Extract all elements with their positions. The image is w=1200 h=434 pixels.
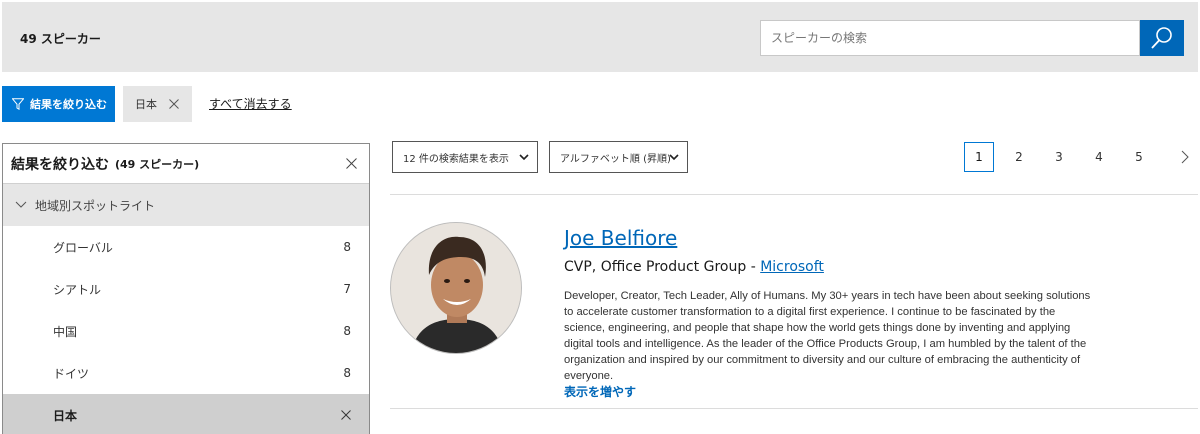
sidebar-item-japan[interactable]: 日本	[3, 394, 369, 434]
chevron-right-icon	[1181, 150, 1189, 164]
next-page-button[interactable]	[1170, 142, 1200, 172]
sidebar-group-region[interactable]: 地域別スポットライト	[3, 184, 369, 226]
speaker-company-link[interactable]: Microsoft	[760, 259, 824, 275]
close-icon[interactable]	[169, 99, 179, 109]
chevron-down-icon	[669, 153, 679, 160]
page-3-button[interactable]: 3	[1044, 142, 1074, 172]
speaker-name-link[interactable]: Joe Belfiore	[564, 226, 677, 250]
sidebar-title: 結果を絞り込む	[11, 156, 109, 173]
close-icon	[345, 157, 357, 169]
show-more-link[interactable]: 表示を増やす	[564, 383, 636, 400]
results-header: 49 スピーカー	[2, 2, 1198, 72]
search-icon	[1151, 27, 1172, 49]
sidebar-item-count: 8	[343, 324, 351, 338]
sidebar-group-label: 地域別スポットライト	[35, 198, 156, 213]
active-filter-chip[interactable]: 日本	[123, 86, 192, 122]
speaker-search-input[interactable]	[760, 20, 1140, 56]
chevron-down-icon	[519, 153, 529, 160]
sidebar-item-china[interactable]: 中国 8	[3, 310, 369, 352]
sidebar-item-germany[interactable]: ドイツ 8	[3, 352, 369, 394]
results-divider	[390, 194, 1198, 195]
sidebar-close-button[interactable]	[343, 155, 359, 171]
chevron-down-icon	[15, 201, 27, 208]
card-divider	[390, 408, 1198, 409]
sidebar-item-label: グローバル	[53, 240, 113, 255]
sidebar-item-count: 8	[343, 240, 351, 254]
sidebar-subtitle: (49 スピーカー)	[115, 157, 200, 171]
sidebar-item-count: 8	[343, 366, 351, 380]
sort-order-value: アルファベット順 (昇順)	[560, 153, 671, 165]
page-4-button[interactable]: 4	[1084, 142, 1114, 172]
filter-sidebar: 結果を絞り込む (49 スピーカー) 地域別スポットライト グローバル 8 シア…	[2, 143, 370, 434]
page-1-button[interactable]: 1	[964, 142, 994, 172]
speaker-count: 49 スピーカー	[20, 32, 101, 46]
sidebar-item-label: 日本	[53, 408, 78, 423]
sidebar-item-label: シアトル	[53, 282, 102, 297]
page-5-button[interactable]: 5	[1124, 142, 1154, 172]
sidebar-item-count: 7	[343, 282, 351, 296]
person-photo-icon	[391, 223, 521, 353]
sort-order-select[interactable]: アルファベット順 (昇順)	[549, 141, 688, 173]
page-2-button[interactable]: 2	[1004, 142, 1034, 172]
sidebar-header: 結果を絞り込む (49 スピーカー)	[3, 144, 369, 184]
sidebar-item-seattle[interactable]: シアトル 7	[3, 268, 369, 310]
sidebar-item-global[interactable]: グローバル 8	[3, 226, 369, 268]
filter-icon	[12, 98, 24, 110]
clear-all-link[interactable]: すべて消去する	[209, 95, 292, 112]
results-per-page-value: 12 件の検索結果を表示	[403, 153, 509, 165]
active-filter-label: 日本	[135, 98, 157, 111]
search-button[interactable]	[1140, 20, 1184, 56]
speaker-role: CVP, Office Product Group - Microsoft	[564, 259, 824, 275]
sidebar-item-label: ドイツ	[53, 366, 90, 381]
sidebar-item-label: 中国	[53, 324, 78, 339]
refine-results-label: 結果を絞り込む	[30, 98, 107, 111]
speaker-title: CVP, Office Product Group -	[564, 259, 761, 275]
close-icon[interactable]	[341, 410, 351, 420]
speaker-avatar[interactable]	[390, 222, 522, 354]
speaker-bio: Developer, Creator, Tech Leader, Ally of…	[564, 290, 1091, 382]
refine-results-button[interactable]: 結果を絞り込む	[2, 86, 115, 122]
results-per-page-select[interactable]: 12 件の検索結果を表示	[392, 141, 538, 173]
